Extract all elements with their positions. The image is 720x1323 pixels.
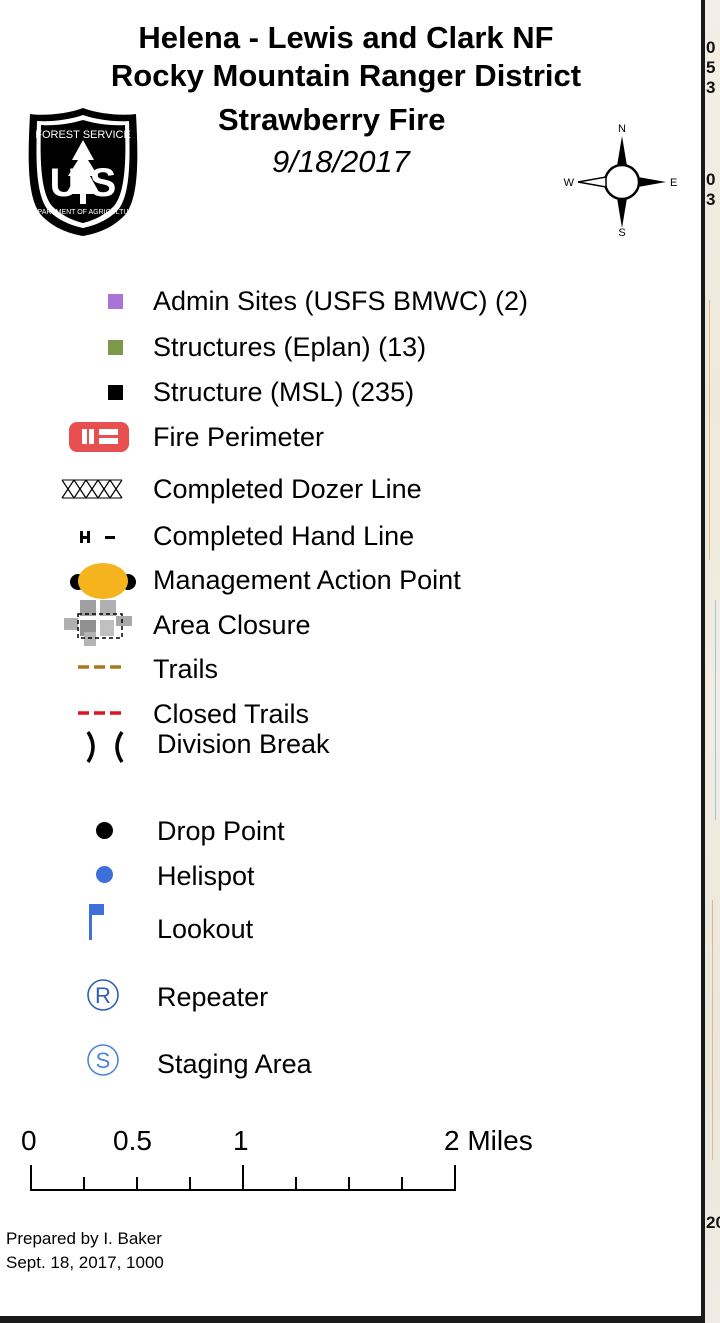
map-edge-label: 0: [706, 38, 716, 57]
scale-tick: [136, 1177, 138, 1190]
legend-label-hand-line: Completed Hand Line: [153, 521, 415, 551]
forest-title: Helena - Lewis and Clark NF: [138, 20, 554, 55]
prepared-by: Prepared by I. Baker: [6, 1229, 162, 1248]
management-action-point-icon: [70, 563, 136, 599]
map-edge-label: 20: [706, 1213, 720, 1232]
purple-square-icon: [108, 294, 123, 309]
area-closure-icon: [64, 600, 132, 646]
legend-label-repeater: Repeater: [157, 982, 269, 1012]
green-square-icon: [108, 340, 123, 355]
compass-east: E: [670, 177, 677, 189]
scale-label-1: 1: [233, 1125, 249, 1156]
map-frame-border-bottom: [0, 1316, 705, 1323]
legend-label-helispot: Helispot: [157, 861, 255, 891]
scale-tick: [189, 1177, 191, 1190]
legend-label-staging-area: Staging Area: [157, 1049, 312, 1079]
map-edge-label: 3: [706, 190, 716, 209]
scale-tick: [295, 1177, 297, 1190]
svg-text:R: R: [95, 983, 111, 1008]
legend-label-management-action-point: Management Action Point: [153, 565, 461, 595]
scale-tick: [83, 1177, 85, 1190]
legend-label-dozer-line: Completed Dozer Line: [153, 474, 422, 504]
legend-label-trails: Trails: [153, 654, 218, 684]
north-arrow-compass-icon: N S W E: [564, 123, 678, 238]
forest-service-shield-icon: FOREST SERVICE U S DEPARTMENT OF AGRICUL…: [28, 108, 139, 236]
repeater-icon: R: [87, 979, 119, 1011]
fire-perimeter-icon: [69, 422, 129, 452]
district-title: Rocky Mountain Ranger District: [110, 58, 582, 93]
map-edge-label: 5: [706, 58, 716, 77]
helispot-icon: [96, 866, 113, 883]
lookout-flag-icon: [89, 904, 104, 940]
map-edge-label: 0: [706, 170, 716, 189]
map-stream: [715, 600, 716, 820]
compass-south: S: [618, 227, 625, 238]
map-edge-label: 3: [706, 78, 716, 97]
scale-tick: [454, 1165, 456, 1190]
prepared-date: Sept. 18, 2017, 1000: [6, 1253, 164, 1272]
compass-north: N: [618, 123, 626, 135]
svg-text:S: S: [96, 1048, 111, 1073]
legend-label-admin-sites: Admin Sites (USFS BMWC) (2): [153, 286, 529, 316]
closed-trail-line-icon: [78, 711, 126, 715]
division-break-icon: [86, 731, 124, 763]
legend-label-structure-msl: Structure (MSL) (235): [153, 377, 415, 407]
scale-label-0: 0: [21, 1125, 37, 1156]
legend-label-area-closure: Area Closure: [153, 610, 311, 640]
scale-label-2-miles: 2 Miles: [444, 1125, 533, 1156]
dozer-line-icon: [61, 479, 123, 499]
scale-tick: [242, 1165, 244, 1190]
hand-line-icon: [80, 531, 115, 543]
legend-label-drop-point: Drop Point: [157, 816, 285, 846]
fire-name: Strawberry Fire: [218, 102, 446, 137]
scale-tick: [401, 1177, 403, 1190]
compass-west: W: [564, 177, 575, 189]
map-date: 9/18/2017: [272, 144, 410, 179]
trail-line-icon: [78, 665, 126, 669]
legend-label-fire-perimeter: Fire Perimeter: [153, 422, 325, 452]
black-square-icon: [108, 385, 123, 400]
map-frame-border-right: [701, 0, 705, 1323]
shield-top-text: FOREST SERVICE: [35, 129, 131, 141]
shield-bottom-text: DEPARTMENT OF AGRICULTURE: [28, 209, 139, 216]
legend-label-division-break: Division Break: [157, 729, 330, 759]
scale-label-0-5: 0.5: [113, 1125, 152, 1156]
map-contour: [712, 900, 713, 1160]
legend-panel: Helena - Lewis and Clark NF Rocky Mounta…: [0, 0, 702, 1318]
drop-point-icon: [96, 822, 113, 839]
staging-area-icon: S: [87, 1044, 119, 1076]
legend-label-structures-eplan: Structures (Eplan) (13): [153, 332, 427, 362]
map-contour: [709, 300, 710, 560]
legend-label-closed-trails: Closed Trails: [153, 699, 310, 729]
scale-tick: [348, 1177, 350, 1190]
scale-tick: [30, 1165, 32, 1190]
legend-label-lookout: Lookout: [157, 914, 254, 944]
